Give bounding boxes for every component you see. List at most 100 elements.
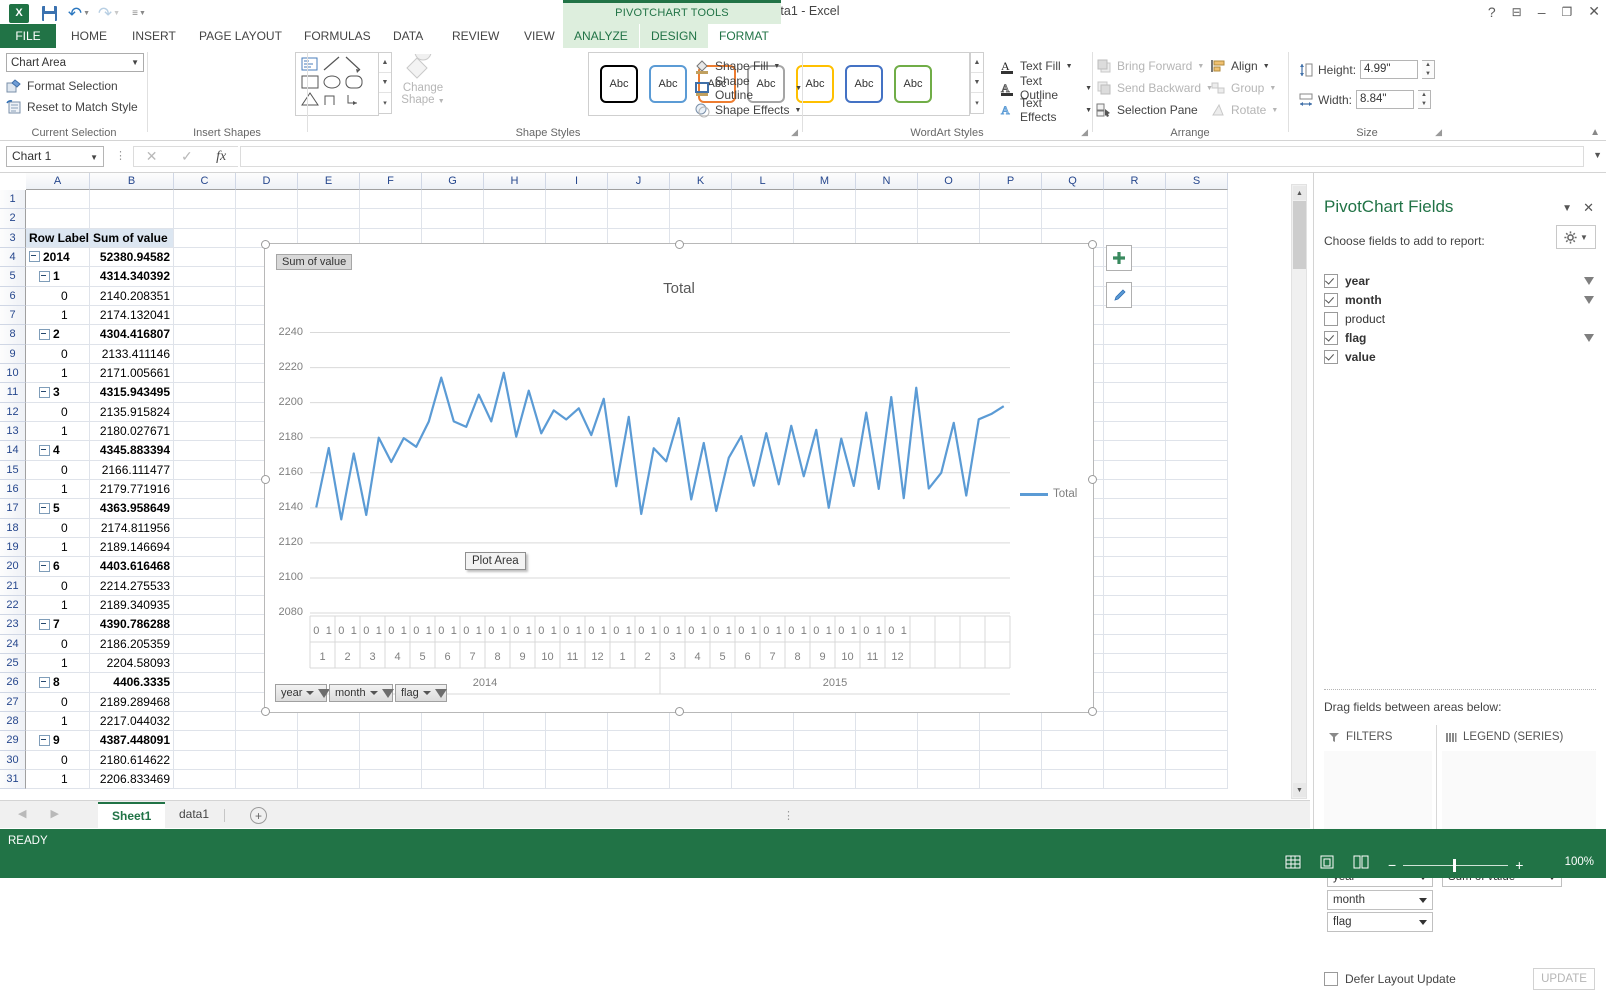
cell-I28[interactable] [546, 712, 608, 731]
pane-tools-button[interactable]: ▼ [1556, 225, 1596, 249]
column-header-B[interactable]: B [90, 173, 174, 190]
cell-M1[interactable] [794, 190, 856, 209]
column-header-A[interactable]: A [26, 173, 90, 190]
vertical-scroll-thumb[interactable] [1293, 201, 1306, 269]
pivot-collapse-button[interactable] [39, 735, 50, 746]
cell-L28[interactable] [732, 712, 794, 731]
cell-C18[interactable] [174, 519, 236, 538]
cell-C5[interactable] [174, 267, 236, 286]
cell-R23[interactable] [1104, 615, 1166, 634]
cell-J31[interactable] [608, 770, 670, 789]
cell-S26[interactable] [1166, 673, 1228, 692]
cell-E29[interactable] [298, 731, 360, 750]
cell-R9[interactable] [1104, 345, 1166, 364]
cell-A6[interactable]: 0 [26, 287, 90, 306]
cell-G28[interactable] [422, 712, 484, 731]
cell-B28[interactable]: 2217.044032 [90, 712, 174, 731]
cell-C20[interactable] [174, 557, 236, 576]
cell-S9[interactable] [1166, 345, 1228, 364]
height-input[interactable]: 4.99" [1360, 60, 1418, 79]
cell-E28[interactable] [298, 712, 360, 731]
row-header-13[interactable]: 13 [0, 422, 26, 441]
cell-B5[interactable]: 4314.340392 [90, 267, 174, 286]
cell-A20[interactable]: 6 [26, 557, 90, 576]
cell-Q30[interactable] [1042, 751, 1104, 770]
pivot-collapse-button[interactable] [29, 251, 40, 262]
field-item-flag[interactable]: flag [1324, 328, 1594, 347]
row-header-28[interactable]: 28 [0, 712, 26, 731]
cell-B13[interactable]: 2180.027671 [90, 422, 174, 441]
cell-F30[interactable] [360, 751, 422, 770]
cell-A23[interactable]: 7 [26, 615, 90, 634]
row-header-19[interactable]: 19 [0, 538, 26, 557]
cell-Q31[interactable] [1042, 770, 1104, 789]
cell-J1[interactable] [608, 190, 670, 209]
cell-K31[interactable] [670, 770, 732, 789]
column-header-K[interactable]: K [670, 173, 732, 190]
funnel-icon[interactable] [1584, 296, 1594, 304]
cell-B19[interactable]: 2189.146694 [90, 538, 174, 557]
field-checkbox-month[interactable] [1324, 293, 1338, 307]
defer-layout-checkbox[interactable] [1324, 972, 1338, 986]
cell-A12[interactable]: 0 [26, 403, 90, 422]
column-header-R[interactable]: R [1104, 173, 1166, 190]
cell-F28[interactable] [360, 712, 422, 731]
row-header-2[interactable]: 2 [0, 209, 26, 228]
minimize-icon[interactable]: – [1538, 4, 1546, 20]
chart-legend[interactable]: Total [1020, 488, 1077, 500]
row-header-26[interactable]: 26 [0, 673, 26, 692]
cell-O1[interactable] [918, 190, 980, 209]
column-header-F[interactable]: F [360, 173, 422, 190]
column-header-J[interactable]: J [608, 173, 670, 190]
resize-handle-ml[interactable] [261, 475, 270, 484]
cell-B27[interactable]: 2189.289468 [90, 693, 174, 712]
cancel-icon[interactable]: ✕ [146, 148, 158, 165]
cell-C29[interactable] [174, 731, 236, 750]
cell-S30[interactable] [1166, 751, 1228, 770]
column-header-O[interactable]: O [918, 173, 980, 190]
zoom-out-button[interactable]: − [1388, 857, 1396, 873]
cell-A26[interactable]: 8 [26, 673, 90, 692]
area-pill-month[interactable]: month [1327, 890, 1433, 910]
cell-S15[interactable] [1166, 461, 1228, 480]
cell-R31[interactable] [1104, 770, 1166, 789]
cell-J30[interactable] [608, 751, 670, 770]
cell-A10[interactable]: 1 [26, 364, 90, 383]
collapse-ribbon-icon[interactable]: ▲ [1590, 127, 1600, 138]
cell-C26[interactable] [174, 673, 236, 692]
cell-R26[interactable] [1104, 673, 1166, 692]
cell-B8[interactable]: 4304.416807 [90, 325, 174, 344]
cell-R22[interactable] [1104, 596, 1166, 615]
scroll-up-icon[interactable]: ▲ [1293, 186, 1306, 200]
tab-formulas[interactable]: FORMULAS [293, 24, 382, 48]
area-pill-flag[interactable]: flag [1327, 912, 1433, 932]
cell-H28[interactable] [484, 712, 546, 731]
series-line-total[interactable] [316, 373, 1004, 520]
spin-up-icon[interactable]: ▲ [1422, 61, 1434, 70]
column-header-N[interactable]: N [856, 173, 918, 190]
field-item-month[interactable]: month [1324, 290, 1594, 309]
cell-A22[interactable]: 1 [26, 596, 90, 615]
cell-M28[interactable] [794, 712, 856, 731]
cell-L2[interactable] [732, 209, 794, 228]
row-header-14[interactable]: 14 [0, 441, 26, 460]
cell-B31[interactable]: 2206.833469 [90, 770, 174, 789]
cell-C13[interactable] [174, 422, 236, 441]
cell-R24[interactable] [1104, 635, 1166, 654]
cell-G1[interactable] [422, 190, 484, 209]
wordart-dialog-launcher[interactable]: ◢ [1081, 127, 1088, 138]
cell-S25[interactable] [1166, 654, 1228, 673]
shape-style-thumb-2[interactable]: Abc [649, 65, 687, 103]
cell-C27[interactable] [174, 693, 236, 712]
cell-A28[interactable]: 1 [26, 712, 90, 731]
cell-E2[interactable] [298, 209, 360, 228]
pane-collapse-icon[interactable]: ▼ [1562, 203, 1572, 214]
cell-G31[interactable] [422, 770, 484, 789]
cell-A5[interactable]: 1 [26, 267, 90, 286]
cell-H1[interactable] [484, 190, 546, 209]
format-selection-button[interactable]: Format Selection [6, 76, 118, 96]
cell-F1[interactable] [360, 190, 422, 209]
row-header-8[interactable]: 8 [0, 325, 26, 344]
selection-pane-button[interactable]: Selection Pane [1096, 100, 1198, 120]
cell-O31[interactable] [918, 770, 980, 789]
